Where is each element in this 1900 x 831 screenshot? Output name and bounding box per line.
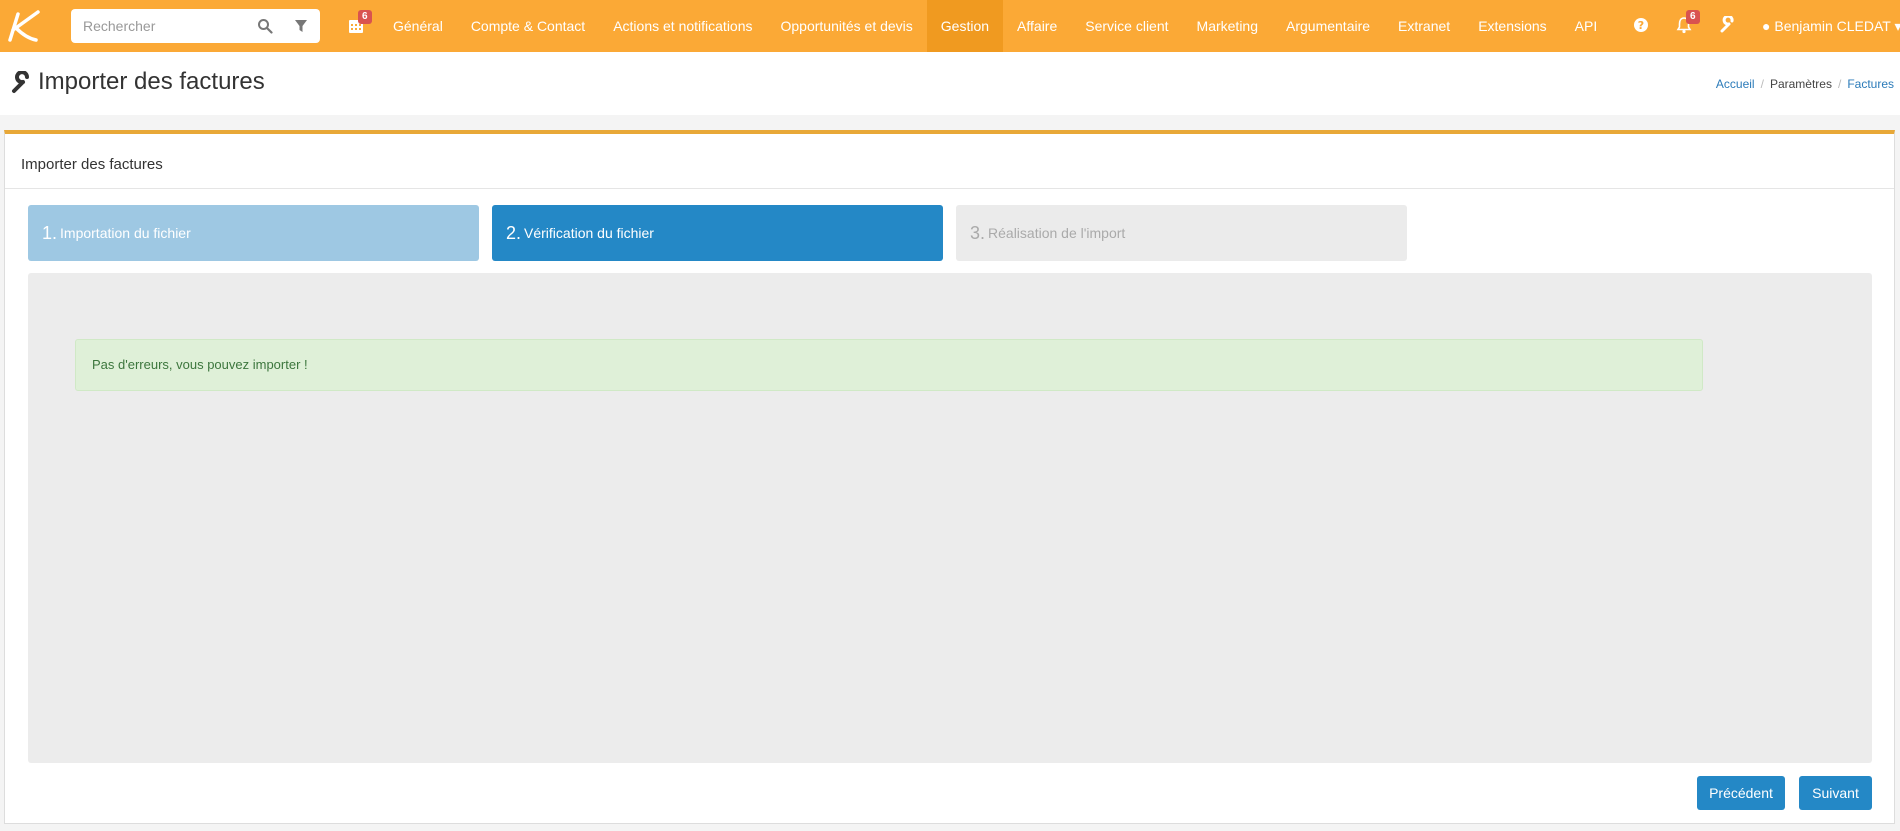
nav-item-compte-contact[interactable]: Compte & Contact	[457, 0, 599, 52]
panel-divider	[5, 188, 1894, 189]
nav-item-service-client[interactable]: Service client	[1071, 0, 1182, 52]
previous-button[interactable]: Précédent	[1697, 776, 1785, 810]
search-icon[interactable]	[257, 18, 273, 34]
step-number: 3.	[970, 222, 986, 243]
wrench-icon	[12, 71, 29, 93]
step-number: 2.	[506, 222, 522, 243]
import-panel: Importer des factures 1. Importation du …	[4, 130, 1895, 824]
settings-wrench-icon[interactable]	[1719, 16, 1737, 34]
search-input[interactable]	[83, 9, 253, 43]
svg-text:?: ?	[1638, 19, 1644, 32]
user-name: Benjamin CLEDAT	[1774, 18, 1891, 34]
panel-title: Importer des factures	[21, 156, 163, 173]
nav-item-general[interactable]: Général	[379, 0, 457, 52]
nav-item-opportunites[interactable]: Opportunités et devis	[767, 0, 927, 52]
breadcrumb: Accueil / Paramètres / Factures	[1716, 77, 1894, 91]
success-alert: Pas d'erreurs, vous pouvez importer !	[75, 339, 1703, 391]
step-label: Vérification du fichier	[524, 225, 654, 241]
nav-item-argumentaire[interactable]: Argumentaire	[1272, 0, 1384, 52]
step-content-area: Pas d'erreurs, vous pouvez importer !	[28, 273, 1872, 763]
top-navbar: 6 Général Compte & Contact Actions et no…	[0, 0, 1900, 52]
search-box	[71, 9, 320, 43]
step-number: 1.	[42, 222, 58, 243]
nav-item-affaire[interactable]: Affaire	[1003, 0, 1071, 52]
step-realisation[interactable]: 3. Réalisation de l'import	[956, 205, 1407, 261]
next-button[interactable]: Suivant	[1799, 776, 1872, 810]
nav-item-gestion[interactable]: Gestion	[926, 0, 1004, 52]
caret-down-icon: ▾	[1894, 18, 1900, 34]
nav-item-extensions[interactable]: Extensions	[1464, 0, 1560, 52]
calendar-badge: 6	[358, 10, 372, 24]
step-label: Importation du fichier	[60, 225, 191, 241]
main-menu: Général Compte & Contact Actions et noti…	[379, 0, 1611, 52]
breadcrumb-separator: /	[1760, 77, 1764, 91]
breadcrumb-parametres[interactable]: Paramètres	[1770, 77, 1832, 91]
page-header: Importer des factures Accueil / Paramètres…	[0, 52, 1900, 115]
help-icon[interactable]: ?	[1632, 16, 1650, 34]
logo-icon[interactable]	[4, 8, 44, 44]
breadcrumb-factures[interactable]: Factures	[1847, 77, 1894, 91]
notification-badge: 6	[1686, 10, 1700, 24]
user-menu[interactable]: ● Benjamin CLEDAT ▾	[1762, 0, 1900, 52]
breadcrumb-separator: /	[1837, 77, 1842, 91]
step-importation[interactable]: 1. Importation du fichier	[28, 205, 479, 261]
breadcrumb-accueil[interactable]: Accueil	[1716, 77, 1755, 91]
step-verification[interactable]: 2. Vérification du fichier	[492, 205, 943, 261]
nav-item-marketing[interactable]: Marketing	[1183, 0, 1272, 52]
nav-item-extranet[interactable]: Extranet	[1384, 0, 1464, 52]
nav-item-api[interactable]: API	[1561, 0, 1612, 52]
nav-item-actions[interactable]: Actions et notifications	[599, 0, 766, 52]
user-icon: ●	[1762, 18, 1771, 34]
page-title: Importer des factures	[38, 68, 265, 95]
step-label: Réalisation de l'import	[988, 225, 1126, 241]
filter-icon[interactable]	[294, 19, 308, 33]
